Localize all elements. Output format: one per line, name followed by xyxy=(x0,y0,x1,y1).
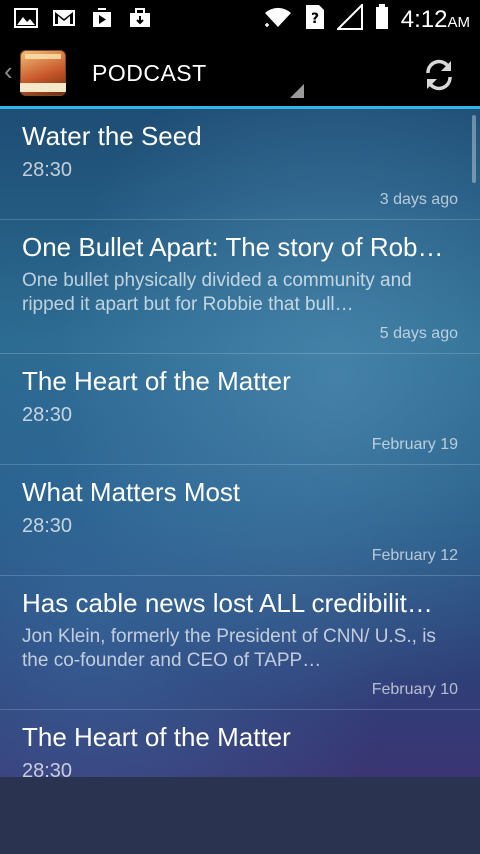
item-title: The Heart of the Matter xyxy=(22,722,291,752)
list-item[interactable]: The Heart of the Matter 28:30 February 1… xyxy=(0,354,480,465)
item-title: What Matters Most xyxy=(22,477,241,507)
chevron-left-icon[interactable]: ‹ xyxy=(4,58,18,86)
spinner-indicator-icon xyxy=(290,84,304,98)
item-duration: 28:30 xyxy=(22,404,73,426)
item-duration: 28:30 xyxy=(22,515,73,537)
action-bar: ‹ PODCAST xyxy=(0,38,480,109)
battery-icon xyxy=(375,4,389,35)
list-item[interactable]: What Matters Most 28:30 February 12 xyxy=(0,465,480,576)
item-date: 5 days ago xyxy=(379,325,458,342)
item-date: 3 days ago xyxy=(379,191,458,208)
list-item[interactable]: One Bullet Apart: The story of Rob… One … xyxy=(0,220,480,354)
page-title[interactable]: PODCAST xyxy=(92,60,207,87)
gmail-icon xyxy=(52,7,76,29)
app-logo[interactable] xyxy=(20,50,66,96)
item-description: One bullet physically divided a communit… xyxy=(22,270,412,315)
item-duration: 28:30 xyxy=(22,760,73,777)
item-date: February 12 xyxy=(371,547,458,564)
clock-ampm: AM xyxy=(447,13,471,31)
no-sim-icon: ? xyxy=(305,4,325,35)
item-duration: 28:30 xyxy=(22,159,73,181)
item-title: One Bullet Apart: The story of Rob… xyxy=(22,232,444,262)
item-title: Has cable news lost ALL credibilit… xyxy=(22,588,433,618)
play-store-icon xyxy=(90,7,114,29)
list-item[interactable]: Water the Seed 28:30 3 days ago xyxy=(0,109,480,220)
image-icon xyxy=(14,7,38,29)
item-description: Jon Klein, formerly the President of CNN… xyxy=(22,626,436,671)
list-item[interactable]: The Heart of the Matter 28:30 xyxy=(0,710,480,777)
clock: 4:12AM xyxy=(401,6,470,34)
status-bar: ? 4:12AM xyxy=(0,0,480,38)
wifi-icon xyxy=(263,5,293,34)
signal-icon xyxy=(335,2,363,35)
briefcase-icon xyxy=(128,7,152,29)
item-title: Water the Seed xyxy=(22,121,202,151)
empty-footer-area xyxy=(0,777,480,854)
item-date: February 19 xyxy=(371,436,458,453)
item-title: The Heart of the Matter xyxy=(22,366,291,396)
refresh-icon[interactable] xyxy=(420,56,458,94)
svg-text:?: ? xyxy=(311,11,319,27)
item-date: February 10 xyxy=(371,681,458,698)
podcast-list[interactable]: Water the Seed 28:30 3 days ago One Bull… xyxy=(0,109,480,777)
clock-time: 4:12 xyxy=(400,5,448,33)
list-item[interactable]: Has cable news lost ALL credibilit… Jon … xyxy=(0,576,480,710)
